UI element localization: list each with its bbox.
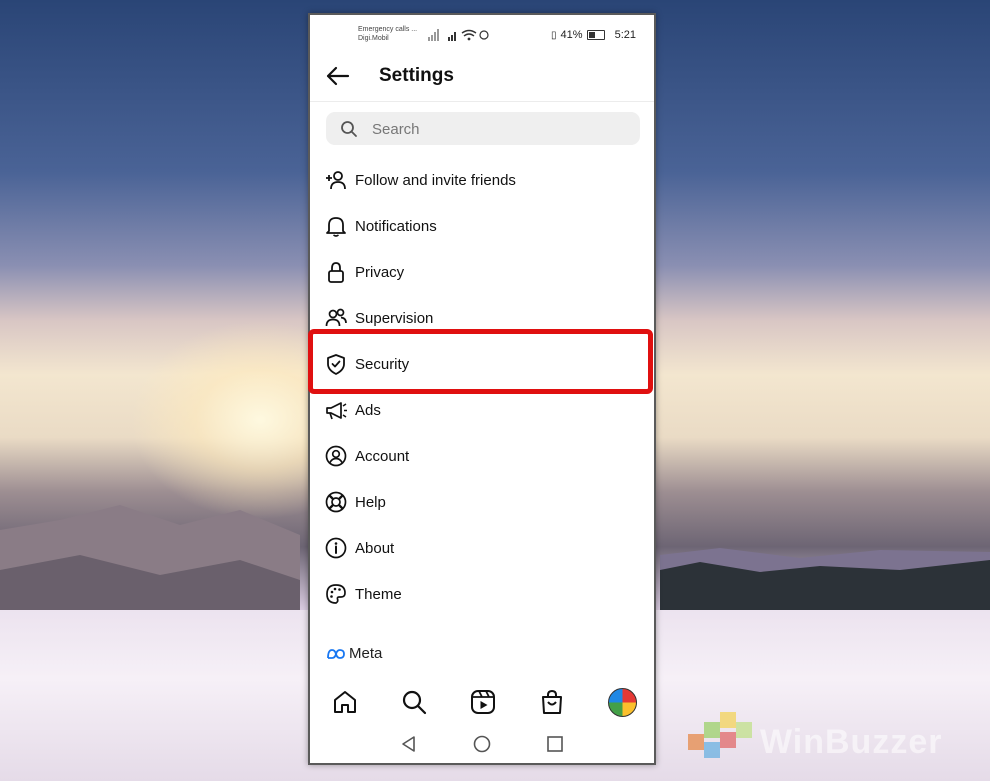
meta-text: Meta [349, 645, 383, 662]
vibrate-icon: ▯ [551, 29, 557, 41]
lock-icon [328, 262, 344, 283]
watermark: WinBuzzer [688, 712, 942, 772]
menu-item-label: About [355, 539, 395, 557]
back-triangle-icon[interactable] [400, 735, 418, 753]
search-bar[interactable] [326, 112, 640, 147]
page-title: Settings [379, 65, 454, 86]
menu-item-label: Account [355, 447, 410, 465]
carrier-line-1: Emergency calls ... [358, 26, 418, 33]
menu-item-label: Follow and invite friends [355, 171, 516, 189]
header: Settings [310, 53, 654, 102]
shop-icon[interactable] [539, 689, 565, 715]
menu-item-theme[interactable]: Theme [310, 571, 654, 617]
system-navigation [310, 727, 654, 761]
add-person-icon [326, 171, 346, 190]
search-icon [341, 121, 357, 137]
menu-item-follow-invite[interactable]: Follow and invite friends [310, 157, 654, 203]
meta-logo-icon [327, 648, 345, 659]
menu-item-label: Notifications [355, 217, 437, 235]
people-icon [325, 308, 347, 327]
lifebuoy-icon [325, 491, 347, 513]
status-bar: Emergency calls ... Digi.Mobil ▯ 41% 5:2… [310, 15, 654, 51]
bell-icon [326, 217, 346, 237]
recents-square-icon[interactable] [546, 735, 564, 753]
menu-item-label: Privacy [355, 263, 405, 281]
battery-percent: 41% [560, 29, 583, 41]
info-icon [325, 537, 347, 559]
home-circle-icon[interactable] [473, 735, 491, 753]
menu-item-privacy[interactable]: Privacy [310, 249, 654, 295]
menu-item-about[interactable]: About [310, 525, 654, 571]
reels-icon[interactable] [470, 689, 496, 715]
search-icon[interactable] [401, 689, 427, 715]
account-circle-icon [325, 445, 347, 467]
watermark-text: WinBuzzer [760, 722, 943, 761]
carrier-info: Emergency calls ... Digi.Mobil [358, 25, 417, 43]
menu-item-label: Supervision [355, 309, 434, 327]
clock: 5:21 [614, 29, 636, 41]
menu-item-help[interactable]: Help [310, 479, 654, 525]
home-icon[interactable] [332, 689, 358, 715]
palette-icon [326, 584, 346, 604]
back-arrow-icon[interactable] [324, 65, 350, 87]
megaphone-icon [326, 402, 347, 420]
status-right: ▯ 41% 5:21 [551, 29, 636, 41]
menu-item-label: Help [355, 493, 386, 511]
menu-item-account[interactable]: Account [310, 433, 654, 479]
watermark-logo-icon [688, 712, 752, 772]
menu-item-label: Theme [355, 585, 402, 603]
battery-icon [586, 30, 605, 40]
carrier-line-2: Digi.Mobil [358, 35, 389, 42]
profile-avatar[interactable] [608, 688, 637, 717]
meta-brand: Meta [326, 645, 382, 662]
signal-wifi-icon [428, 29, 489, 41]
bottom-navigation [310, 685, 654, 721]
security-highlight-box [308, 329, 653, 394]
search-input[interactable] [370, 112, 634, 147]
menu-item-label: Ads [355, 401, 381, 419]
menu-item-notifications[interactable]: Notifications [310, 203, 654, 249]
